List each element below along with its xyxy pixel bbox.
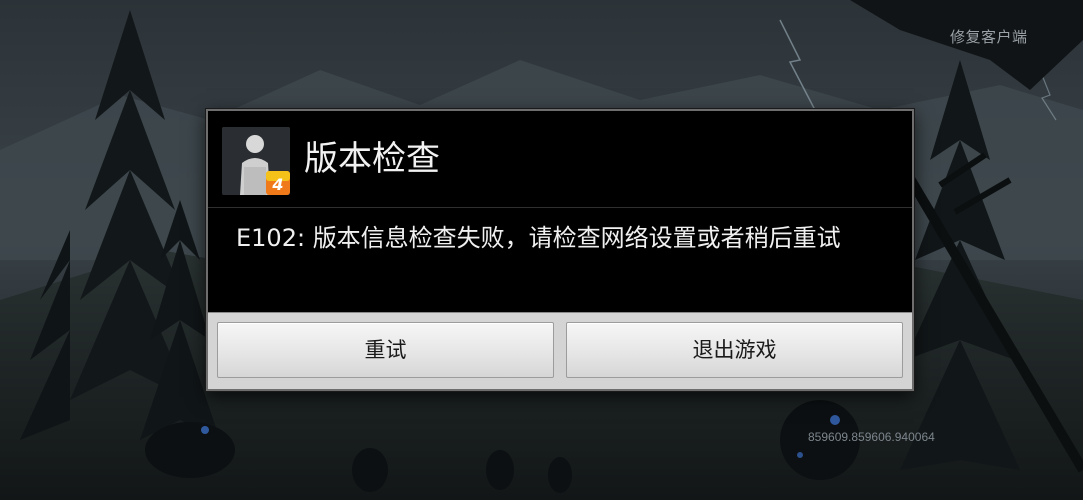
- dialog-header: 4 版本检查: [208, 111, 912, 208]
- badge-label: 4: [271, 175, 283, 194]
- version-check-dialog: 4 版本检查 E102: 版本信息检查失败，请检查网络设置或者稍后重试 重试 退…: [206, 109, 914, 391]
- app-icon: 4: [222, 127, 290, 195]
- retry-button[interactable]: 重试: [217, 322, 554, 378]
- dialog-message: E102: 版本信息检查失败，请检查网络设置或者稍后重试: [236, 224, 841, 252]
- badge-icon: 4: [266, 171, 290, 195]
- version-number: 859609.859606.940064: [808, 430, 935, 444]
- dialog-title: 版本检查: [304, 139, 440, 179]
- repair-client-link[interactable]: 修复客户端: [950, 26, 1028, 47]
- exit-game-button[interactable]: 退出游戏: [566, 322, 903, 378]
- dialog-button-bar: 重试 退出游戏: [208, 312, 912, 389]
